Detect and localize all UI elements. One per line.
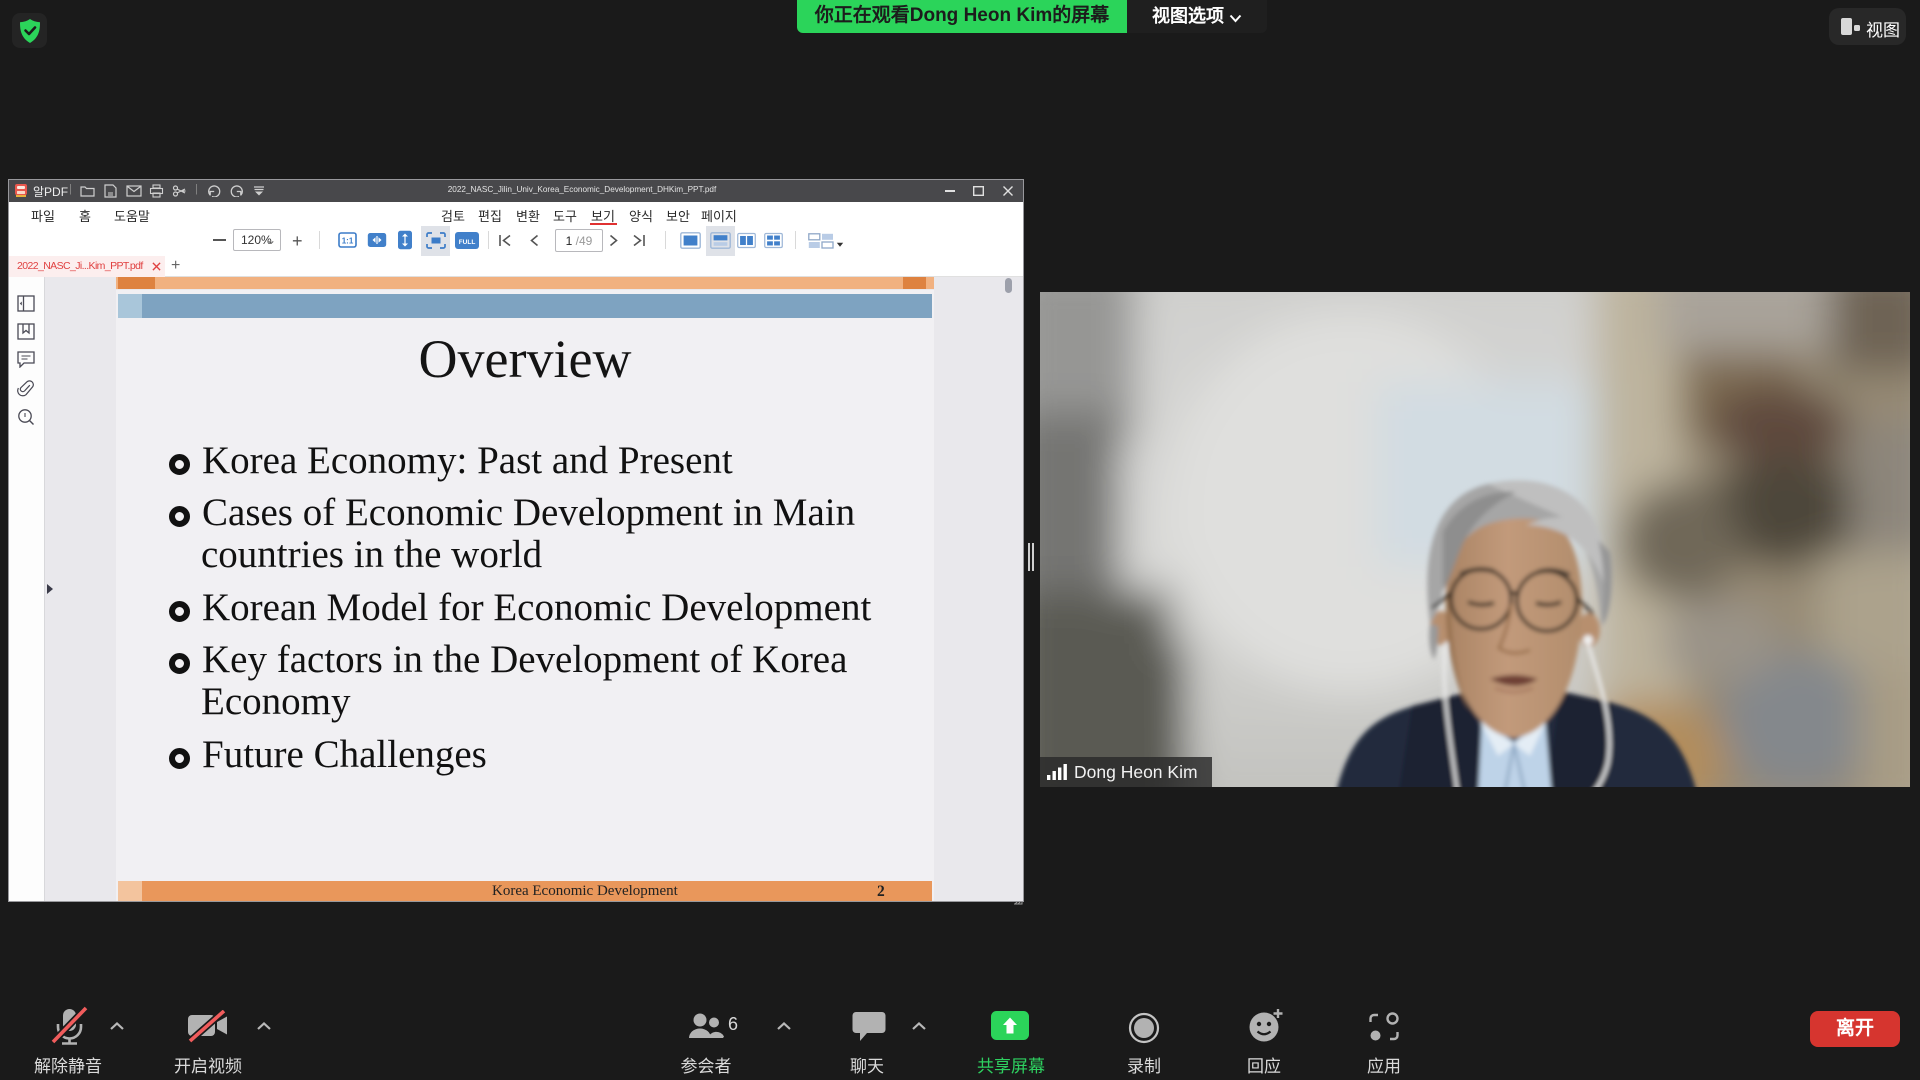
svg-text:FULL: FULL [459,239,476,246]
svg-text:1:1: 1:1 [342,237,354,246]
